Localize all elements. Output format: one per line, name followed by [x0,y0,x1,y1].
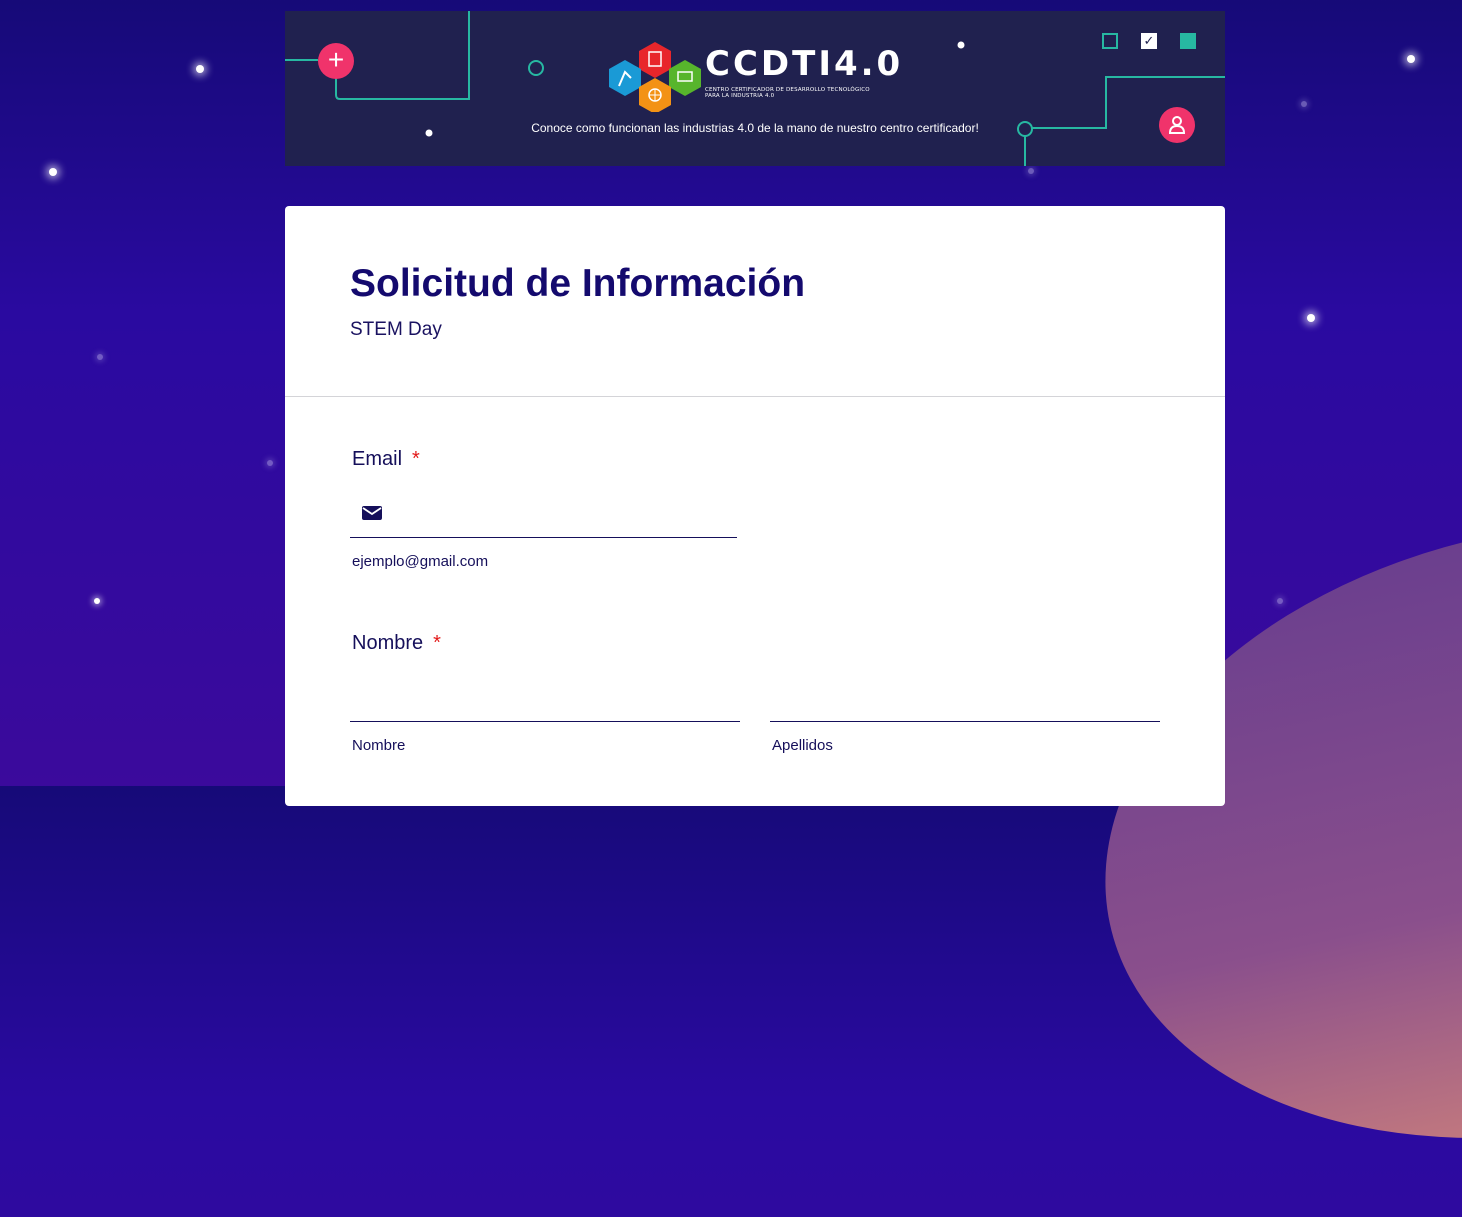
add-button[interactable]: + [318,43,354,79]
form-title: Solicitud de Información [350,262,806,305]
required-asterisk: * [433,632,441,654]
star [49,168,57,176]
nombre-label: Nombre * [352,632,441,655]
star [196,65,204,73]
first-name-input[interactable] [352,688,739,714]
user-icon [1168,116,1186,134]
brand-subtitle-line: PARA LA INDUSTRIA 4.0 [705,93,775,99]
banner-tagline: Conoce como funcionan las industrias 4.0… [531,121,979,135]
star [1277,598,1283,604]
star [94,598,100,604]
checkbox-filled-icon [1180,33,1196,49]
star [1407,55,1415,63]
email-input[interactable] [395,501,739,527]
envelope-icon [362,506,382,520]
user-account-button[interactable] [1159,107,1195,143]
brand-subtitle: CENTRO CERTIFICADOR DE DESARROLLO TECNOL… [705,87,925,99]
last-name-input[interactable] [772,688,1159,714]
star [97,354,103,360]
first-name-hint: Nombre [352,737,406,754]
header-banner: + CCDTI4.0 CENTRO CERTIFICADOR DE DESARR… [285,11,1225,166]
last-name-underline [770,721,1160,722]
email-underline [350,537,737,538]
checkbox-checked-icon: ✓ [1141,33,1157,49]
brand-name: CCDTI4.0 [705,44,904,84]
last-name-hint: Apellidos [772,737,833,754]
section-divider [285,396,1225,397]
form-subtitle: STEM Day [350,319,442,340]
star [1307,314,1315,322]
email-label-text: Email [352,448,403,470]
star [1028,168,1034,174]
form-card: Solicitud de Información STEM Day Email *… [285,206,1225,806]
checkbox-outline-icon [1102,33,1118,49]
first-name-underline [350,721,740,722]
required-asterisk: * [412,448,420,470]
star [267,460,273,466]
email-hint: ejemplo@gmail.com [352,553,489,570]
star [1301,101,1307,107]
email-label: Email * [352,448,420,471]
nombre-label-text: Nombre [352,632,424,654]
